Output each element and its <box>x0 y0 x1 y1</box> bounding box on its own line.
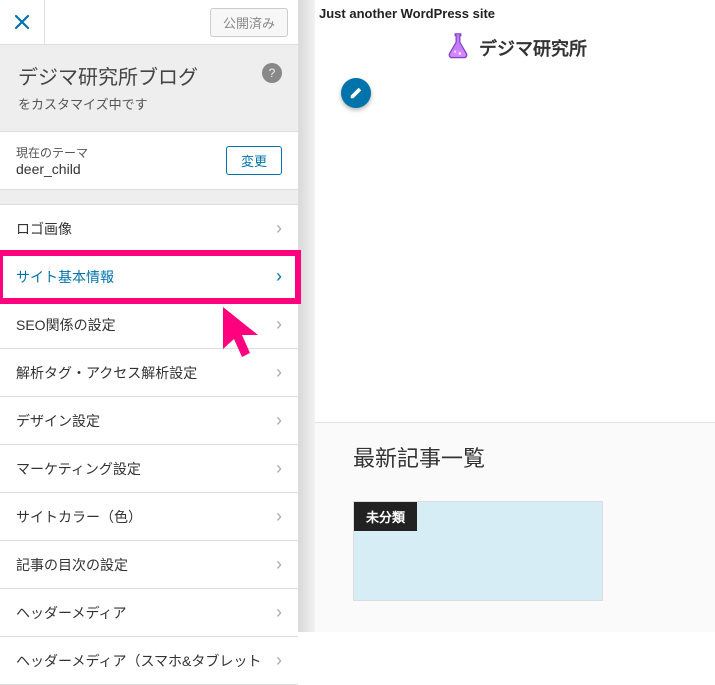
post-category-badge: 未分類 <box>354 502 417 531</box>
theme-name: deer_child <box>16 161 88 177</box>
active-theme-block: 現在のテーマ deer_child 変更 <box>0 131 298 190</box>
close-icon <box>14 14 30 30</box>
recent-posts-heading: 最新記事一覧 <box>353 441 677 473</box>
chevron-right-icon: › <box>276 458 282 479</box>
edit-shortcut-button[interactable] <box>341 78 371 108</box>
section-item[interactable]: サイトカラー（色） › <box>0 493 298 541</box>
change-theme-button[interactable]: 変更 <box>226 146 282 175</box>
customizer-title-block: デジマ研究所ブログ をカスタマイズ中です ? <box>0 45 298 131</box>
chevron-right-icon: › <box>276 410 282 431</box>
chevron-right-icon: › <box>276 218 282 239</box>
chevron-right-icon: › <box>276 602 282 623</box>
section-item[interactable]: ヘッダーメディア（スマホ&タブレット › <box>0 637 298 685</box>
publish-status-button[interactable]: 公開済み <box>210 8 288 37</box>
section-item-label: ロゴ画像 <box>16 219 72 239</box>
section-item-label: ヘッダーメディア（スマホ&タブレット <box>16 651 261 671</box>
site-logo-row: デジマ研究所 <box>315 23 715 78</box>
recent-posts-block: 最新記事一覧 未分類 <box>315 422 715 632</box>
section-item-label: デザイン設定 <box>16 411 100 431</box>
theme-info: 現在のテーマ deer_child <box>16 144 88 177</box>
section-item-label: ヘッダーメディア <box>16 603 126 623</box>
section-item[interactable]: サイト基本情報 › <box>0 253 298 301</box>
section-item[interactable]: 解析タグ・アクセス解析設定 › <box>0 349 298 397</box>
customizer-sidebar: 公開済み デジマ研究所ブログ をカスタマイズ中です ? 現在のテーマ deer_… <box>0 0 299 632</box>
section-item-label: 解析タグ・アクセス解析設定 <box>16 363 197 383</box>
section-item-label: 記事の目次の設定 <box>16 555 128 575</box>
site-title: デジマ研究所ブログ <box>18 61 280 90</box>
chevron-right-icon: › <box>276 266 282 287</box>
section-item[interactable]: マーケティング設定 › <box>0 445 298 493</box>
chevron-right-icon: › <box>276 314 282 335</box>
section-item-label: サイトカラー（色） <box>16 507 142 527</box>
section-item-label: マーケティング設定 <box>16 459 141 479</box>
flask-icon <box>443 31 473 64</box>
customizer-topbar: 公開済み <box>0 0 298 45</box>
section-list: ロゴ画像›サイト基本情報›SEO関係の設定›解析タグ・アクセス解析設定›デザイン… <box>0 204 298 685</box>
customizing-subtitle: をカスタマイズ中です <box>18 94 280 113</box>
chevron-right-icon: › <box>276 362 282 383</box>
chevron-right-icon: › <box>276 506 282 527</box>
section-item[interactable]: ヘッダーメディア › <box>0 589 298 637</box>
section-item[interactable]: ロゴ画像 › <box>0 205 298 253</box>
section-item-label: サイト基本情報 <box>16 267 114 287</box>
post-card[interactable]: 未分類 <box>353 501 603 601</box>
help-icon[interactable]: ? <box>262 63 282 83</box>
logo-text: デジマ研究所 <box>479 35 587 61</box>
chevron-right-icon: › <box>276 650 282 671</box>
pencil-icon <box>349 86 363 100</box>
section-item[interactable]: SEO関係の設定 › <box>0 301 298 349</box>
section-item-label: SEO関係の設定 <box>16 315 116 335</box>
theme-label: 現在のテーマ <box>16 144 88 161</box>
site-tagline: Just another WordPress site <box>315 0 715 23</box>
close-button[interactable] <box>0 0 45 45</box>
scroll-shade <box>299 0 315 632</box>
chevron-right-icon: › <box>276 554 282 575</box>
site-preview: Just another WordPress site デジマ研究所 最新記事一… <box>315 0 715 632</box>
section-item[interactable]: デザイン設定 › <box>0 397 298 445</box>
section-item[interactable]: 記事の目次の設定 › <box>0 541 298 589</box>
